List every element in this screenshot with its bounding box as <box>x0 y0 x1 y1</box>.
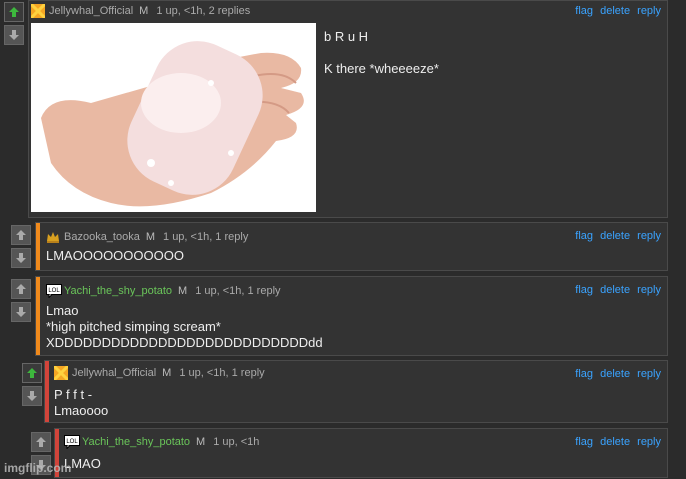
svg-text:LOL: LOL <box>48 288 60 294</box>
comment-2: Bazooka_tooka M 1 up, <1h, 1 reply flag … <box>35 222 668 271</box>
comment-body: Lmao *high pitched simping scream* XDDDD… <box>46 303 323 350</box>
vote-column <box>11 225 31 271</box>
comment-meta: 1 up, <1h, 2 replies <box>156 5 251 17</box>
reply-link[interactable]: reply <box>637 284 661 296</box>
username[interactable]: Bazooka_tooka <box>64 231 140 243</box>
comment-1: Jellywhal_Official M 1 up, <1h, 2 replie… <box>28 0 668 218</box>
comment-actions: flag delete reply <box>571 284 661 296</box>
arrow-up-icon <box>27 368 37 378</box>
reply-link[interactable]: reply <box>637 230 661 242</box>
comment-header: LOL Yachi_the_shy_potato M 1 up, <1h, 1 … <box>46 284 281 299</box>
lol-badge-icon: LOL <box>64 435 80 450</box>
vote-column <box>11 279 31 325</box>
comment-body: P f f t - Lmaoooo <box>54 387 109 418</box>
arrow-up-icon <box>16 230 26 240</box>
upvote-button[interactable] <box>31 432 51 452</box>
comment-actions: flag delete reply <box>571 368 661 380</box>
upvote-button[interactable] <box>22 363 42 383</box>
mod-badge: M <box>145 231 156 243</box>
comment-3: LOL Yachi_the_shy_potato M 1 up, <1h, 1 … <box>35 276 668 356</box>
arrow-down-icon <box>16 307 26 317</box>
vote-column <box>4 2 24 48</box>
flag-link[interactable]: flag <box>575 5 593 17</box>
reply-link[interactable]: reply <box>637 368 661 380</box>
username[interactable]: Yachi_the_shy_potato <box>82 436 190 448</box>
delete-link[interactable]: delete <box>600 284 630 296</box>
comment-5: LOL Yachi_the_shy_potato M 1 up, <1h fla… <box>54 428 668 478</box>
downvote-button[interactable] <box>11 248 31 268</box>
watermark: imgflip.com <box>4 461 72 475</box>
comment-actions: flag delete reply <box>571 436 661 448</box>
comment-body: LMAOOOOOOOOOOO <box>46 248 184 263</box>
comment-meta: 1 up, <1h <box>213 436 260 448</box>
flag-link[interactable]: flag <box>575 368 593 380</box>
reply-link[interactable]: reply <box>637 5 661 17</box>
comment-header: Jellywhal_Official M 1 up, <1h, 2 replie… <box>29 2 251 20</box>
downvote-button[interactable] <box>11 302 31 322</box>
downvote-button[interactable] <box>4 25 24 45</box>
delete-link[interactable]: delete <box>600 436 630 448</box>
user-avatar-icon <box>52 364 70 382</box>
reply-link[interactable]: reply <box>637 436 661 448</box>
comment-actions: flag delete reply <box>571 230 661 242</box>
arrow-up-icon <box>16 284 26 294</box>
comment-header: LOL Yachi_the_shy_potato M 1 up, <1h <box>64 435 260 450</box>
upvote-button[interactable] <box>4 2 24 22</box>
flag-link[interactable]: flag <box>575 230 593 242</box>
upvote-button[interactable] <box>11 225 31 245</box>
username[interactable]: Yachi_the_shy_potato <box>64 285 172 297</box>
lol-badge-icon: LOL <box>46 284 62 299</box>
thread-bar <box>36 223 40 270</box>
flag-link[interactable]: flag <box>575 436 593 448</box>
comment-actions: flag delete reply <box>571 5 661 17</box>
comment-meta: 1 up, <1h, 1 reply <box>179 367 265 379</box>
arrow-up-icon <box>9 7 19 17</box>
delete-link[interactable]: delete <box>600 5 630 17</box>
comment-meta: 1 up, <1h, 1 reply <box>195 285 281 297</box>
mod-badge: M <box>196 436 206 448</box>
downvote-button[interactable] <box>22 386 42 406</box>
mod-badge: M <box>139 5 149 17</box>
comment-header: Jellywhal_Official M 1 up, <1h, 1 reply <box>52 364 265 382</box>
mod-badge: M <box>162 367 172 379</box>
comment-body: b R u H K there *wheeeeze* <box>324 29 439 76</box>
soap-hand-image <box>31 23 316 212</box>
comment-header: Bazooka_tooka M 1 up, <1h, 1 reply <box>46 230 248 244</box>
svg-text:LOL: LOL <box>66 439 78 445</box>
arrow-up-icon <box>36 437 46 447</box>
comment-4: Jellywhal_Official M 1 up, <1h, 1 reply … <box>44 360 668 423</box>
flag-link[interactable]: flag <box>575 284 593 296</box>
arrow-down-icon <box>27 391 37 401</box>
arrow-down-icon <box>9 30 19 40</box>
username[interactable]: Jellywhal_Official <box>49 5 133 17</box>
thread-bar <box>45 361 49 422</box>
delete-link[interactable]: delete <box>600 230 630 242</box>
crown-icon <box>46 230 60 244</box>
delete-link[interactable]: delete <box>600 368 630 380</box>
upvote-button[interactable] <box>11 279 31 299</box>
thread-bar <box>36 277 40 355</box>
mod-badge: M <box>178 285 188 297</box>
user-avatar-icon <box>29 2 47 20</box>
comment-meta: 1 up, <1h, 1 reply <box>163 231 249 243</box>
arrow-down-icon <box>16 253 26 263</box>
username[interactable]: Jellywhal_Official <box>72 367 156 379</box>
comment-image[interactable] <box>31 23 316 212</box>
vote-column <box>22 363 42 409</box>
